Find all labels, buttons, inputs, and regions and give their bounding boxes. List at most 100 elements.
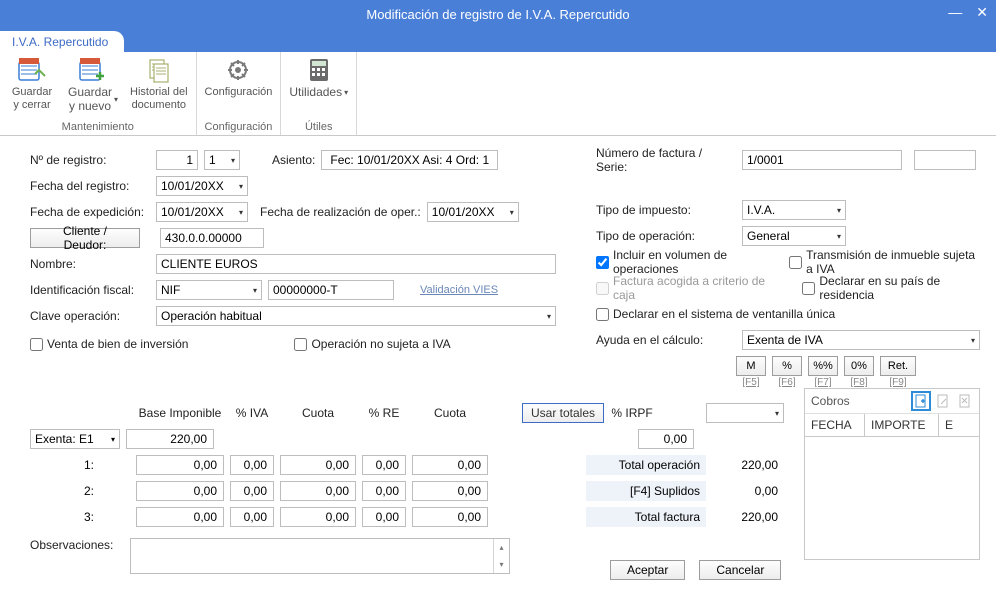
obs-up[interactable]: ▴ [494, 539, 509, 556]
calc-ret[interactable]: Ret. [880, 356, 916, 376]
r1-iva[interactable]: 0,00 [230, 455, 274, 475]
configuracion-button[interactable]: Configuración [205, 56, 273, 99]
ayuda-select[interactable]: Exenta de IVA▾ [742, 330, 980, 350]
suplidos-label[interactable]: [F4] Suplidos [586, 481, 706, 501]
r2-cuota2[interactable]: 0,00 [412, 481, 488, 501]
calc-0pct[interactable]: 0% [844, 356, 874, 376]
cobros-hdr-importe: IMPORTE [865, 414, 939, 436]
ribbon: Guardar y cerrar Guardar y nuevo▾ Histor… [0, 52, 996, 136]
total-op-label: Total operación [586, 455, 706, 475]
hdr-irpf: % IRPF [610, 406, 654, 420]
chevron-down-icon: ▾ [344, 88, 348, 97]
exenta-base[interactable]: 220,00 [126, 429, 214, 449]
guardar-nuevo-button[interactable]: Guardar y nuevo▾ [68, 56, 118, 114]
utilidades-label: Utilidades ▾ [289, 86, 348, 100]
r3-cuota2[interactable]: 0,00 [412, 507, 488, 527]
fecha-exped-input[interactable]: 10/01/20XX▾ [156, 202, 248, 222]
clave-select[interactable]: Operación habitual▾ [156, 306, 556, 326]
r1-base[interactable]: 0,00 [136, 455, 224, 475]
n-registro-b[interactable]: 1▾ [204, 150, 240, 170]
r3-base[interactable]: 0,00 [136, 507, 224, 527]
f9-label: [F9] [889, 377, 906, 388]
cobros-delete-icon[interactable] [957, 393, 973, 409]
cancelar-button[interactable]: Cancelar [699, 560, 781, 580]
r2-base[interactable]: 0,00 [136, 481, 224, 501]
nombre-input[interactable] [156, 254, 556, 274]
f5-label: [F5] [742, 377, 759, 388]
obs-label: Observaciones: [30, 538, 120, 552]
r3-cuota1[interactable]: 0,00 [280, 507, 356, 527]
cobros-hdr-fecha: FECHA [805, 414, 865, 436]
chk-volumen[interactable]: Incluir en volumen de operaciones [596, 248, 771, 276]
tipo-oper-select[interactable]: General▾ [742, 226, 846, 246]
obs-down[interactable]: ▾ [494, 556, 509, 573]
f7-label: [F7] [814, 377, 831, 388]
close-button[interactable]: ✕ [976, 4, 988, 21]
history-icon [144, 56, 174, 84]
vies-link[interactable]: Validación VIES [420, 284, 498, 296]
total-factura-val: 220,00 [712, 507, 784, 527]
ident-tipo-select[interactable]: NIF▾ [156, 280, 262, 300]
r1-cuota1[interactable]: 0,00 [280, 455, 356, 475]
nombre-label: Nombre: [30, 257, 150, 271]
calculator-icon [304, 56, 334, 84]
observaciones-input[interactable]: ▴▾ [130, 538, 510, 574]
r1-re[interactable]: 0,00 [362, 455, 406, 475]
minimize-button[interactable]: — [948, 4, 962, 21]
mantenimiento-group-label: Mantenimiento [8, 119, 188, 133]
r3-iva[interactable]: 0,00 [230, 507, 274, 527]
utilidades-button[interactable]: Utilidades ▾ [289, 56, 348, 100]
total-factura-label: Total factura [586, 507, 706, 527]
chk-no-sujeta[interactable]: Operación no sujeta a IVA [294, 337, 450, 351]
calc-pctpct[interactable]: %% [808, 356, 838, 376]
cliente-deudor-button[interactable]: Cliente / Deudor: [30, 228, 140, 248]
chk-residencia[interactable]: Declarar en su país de residencia [802, 274, 980, 302]
hdr-re: % RE [362, 406, 406, 420]
cobros-title: Cobros [811, 394, 907, 408]
hdr-iva: % IVA [230, 406, 274, 420]
calc-pct[interactable]: % [772, 356, 802, 376]
r1-cuota2[interactable]: 0,00 [412, 455, 488, 475]
r2-re[interactable]: 0,00 [362, 481, 406, 501]
cobros-edit-icon[interactable] [935, 393, 951, 409]
ident-label: Identificación fiscal: [30, 283, 150, 297]
chk-ventanilla[interactable]: Declarar en el sistema de ventanilla úni… [596, 307, 835, 321]
tipo-impuesto-select[interactable]: I.V.A.▾ [742, 200, 846, 220]
fecha-registro-input[interactable]: 10/01/20XX▾ [156, 176, 248, 196]
row2-label: 2: [30, 484, 94, 498]
num-factura-input[interactable] [742, 150, 902, 170]
n-registro-a[interactable] [156, 150, 198, 170]
cliente-code-input[interactable] [160, 228, 264, 248]
serie-input[interactable] [914, 150, 976, 170]
f6-label: [F6] [778, 377, 795, 388]
irpf-val[interactable]: 0,00 [638, 429, 694, 449]
titlebar: Modificación de registro de I.V.A. Reper… [0, 0, 996, 28]
chk-transmision[interactable]: Transmisión de inmueble sujeta a IVA [789, 248, 980, 276]
fecha-oper-input[interactable]: 10/01/20XX▾ [427, 202, 519, 222]
tab-iva-repercutido[interactable]: I.V.A. Repercutido [0, 31, 124, 53]
historial-button[interactable]: Historial del documento [130, 56, 187, 111]
chk-venta-inversion[interactable]: Venta de bien de inversión [30, 337, 188, 351]
r3-re[interactable]: 0,00 [362, 507, 406, 527]
gear-icon [223, 56, 253, 84]
suplidos-val: 0,00 [712, 481, 784, 501]
tipo-oper-label: Tipo de operación: [596, 229, 736, 243]
exenta-combo[interactable]: Exenta: E1▾ [30, 429, 120, 449]
guardar-cerrar-button[interactable]: Guardar y cerrar [8, 56, 56, 111]
irpf-select[interactable]: ▾ [706, 403, 784, 423]
f8-label: [F8] [850, 377, 867, 388]
ayuda-label: Ayuda en el cálculo: [596, 333, 736, 347]
fecha-registro-label: Fecha del registro: [30, 179, 150, 193]
usar-totales-button[interactable]: Usar totales [522, 403, 604, 423]
n-registro-label: Nº de registro: [30, 153, 150, 167]
tab-row: I.V.A. Repercutido [0, 28, 996, 52]
r2-iva[interactable]: 0,00 [230, 481, 274, 501]
calc-m[interactable]: M [736, 356, 766, 376]
ident-num-input[interactable] [268, 280, 394, 300]
cobros-add-icon[interactable] [913, 393, 929, 409]
historial-label: Historial del documento [130, 86, 187, 111]
aceptar-button[interactable]: Aceptar [610, 560, 685, 580]
guardar-cerrar-label: Guardar y cerrar [12, 86, 52, 111]
r2-cuota1[interactable]: 0,00 [280, 481, 356, 501]
guardar-nuevo-label: Guardar y nuevo▾ [68, 86, 118, 114]
